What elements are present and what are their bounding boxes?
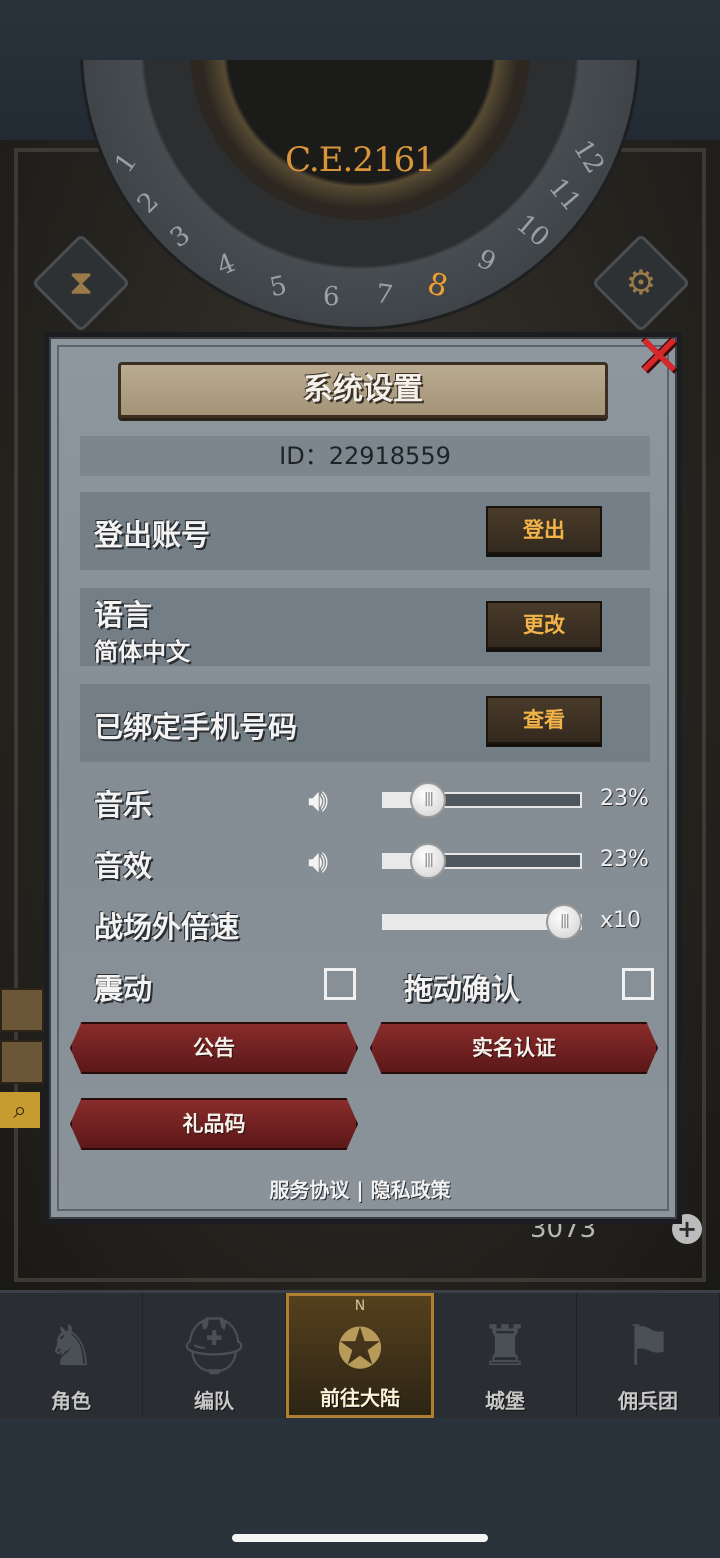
- drag-confirm-label: 拖动确认: [404, 972, 521, 1006]
- nav-label: 佣兵团: [618, 1389, 678, 1413]
- dial-year: C.E.2161: [285, 140, 436, 180]
- nav-item-formation[interactable]: ⛑ 编队: [143, 1293, 286, 1418]
- privacy-link[interactable]: 隐私政策: [371, 1178, 451, 1202]
- music-label: 音乐: [94, 788, 153, 822]
- home-indicator[interactable]: [232, 1534, 488, 1542]
- nav-item-character[interactable]: ♞ 角色: [0, 1293, 143, 1418]
- slider-knob[interactable]: |||: [546, 904, 582, 940]
- sfx-label: 音效: [94, 849, 153, 883]
- bottom-nav: ♞ 角色 ⛑ 编队 N ✪ 前往大陆 ♜ 城堡 ⚑ 佣兵团: [0, 1290, 720, 1418]
- flag-icon: ⚑: [622, 1314, 674, 1379]
- nav-item-continent[interactable]: N ✪ 前往大陆: [286, 1293, 434, 1418]
- vibration-checkbox[interactable]: [324, 968, 356, 1000]
- nav-item-castle[interactable]: ♜ 城堡: [434, 1293, 577, 1418]
- language-value: 简体中文: [94, 638, 190, 666]
- music-speaker-icon[interactable]: 🔊︎: [308, 780, 352, 820]
- close-x-icon[interactable]: ✕: [630, 327, 688, 388]
- logout-button[interactable]: 登出: [486, 506, 602, 554]
- player-id: ID：22918559: [80, 436, 650, 476]
- title-banner: 系统设置: [118, 362, 608, 418]
- book-icon[interactable]: [0, 1040, 44, 1084]
- speed-slider[interactable]: |||: [382, 904, 582, 940]
- slider-knob[interactable]: |||: [410, 843, 446, 879]
- compass-icon: ✪: [336, 1317, 384, 1382]
- gift-code-button-label: 礼品码: [182, 1112, 246, 1136]
- speed-label: 战场外倍速: [94, 910, 240, 944]
- hourglass-icon: ⧗: [69, 263, 93, 303]
- sfx-slider[interactable]: |||: [382, 843, 582, 879]
- terms-link[interactable]: 服务协议: [269, 1178, 349, 1202]
- music-slider[interactable]: |||: [382, 782, 582, 818]
- nav-label: 前往大陆: [320, 1386, 400, 1410]
- link-separator: |: [356, 1178, 364, 1202]
- logout-label: 登出账号: [94, 518, 211, 552]
- notice-button-label: 公告: [193, 1036, 235, 1060]
- nav-label: 城堡: [485, 1389, 525, 1413]
- sfx-percent: 23%: [600, 847, 649, 872]
- slider-knob[interactable]: |||: [410, 782, 446, 818]
- sfx-speaker-icon[interactable]: 🔊︎: [308, 841, 352, 881]
- nav-item-mercenary[interactable]: ⚑ 佣兵团: [577, 1293, 720, 1418]
- drag-confirm-checkbox[interactable]: [622, 968, 654, 1000]
- knight-icon: ♞: [45, 1314, 97, 1379]
- policy-links: 服务协议 | 隐私政策: [0, 1174, 720, 1203]
- view-phone-button[interactable]: 查看: [486, 696, 602, 744]
- nav-label: 角色: [51, 1389, 91, 1413]
- castle-icon: ♜: [479, 1314, 531, 1379]
- realname-button-label: 实名认证: [472, 1036, 556, 1060]
- phone-label: 已绑定手机号码: [94, 710, 298, 744]
- notice-button[interactable]: 公告: [70, 1022, 358, 1074]
- realname-button[interactable]: 实名认证: [370, 1022, 658, 1074]
- nav-label: 编队: [194, 1389, 234, 1413]
- vibration-label: 震动: [94, 972, 153, 1006]
- dial-number: 6: [323, 282, 340, 312]
- scroll-icon[interactable]: [0, 988, 44, 1032]
- speed-value: x10: [600, 908, 642, 933]
- gift-code-button[interactable]: 礼品码: [70, 1098, 358, 1150]
- language-label: 语言: [94, 598, 153, 632]
- panel-title: 系统设置: [303, 372, 423, 407]
- search-icon[interactable]: ⌕: [0, 1092, 40, 1128]
- music-percent: 23%: [600, 786, 649, 811]
- change-language-button[interactable]: 更改: [486, 601, 602, 649]
- compass-north-mark: N: [354, 1298, 366, 1314]
- helmet-icon: ⛑: [178, 1314, 250, 1379]
- time-dial: C.E.2161 1 2 3 4 5 6 7 8 9 10 11 12: [80, 60, 640, 330]
- gear-icon: ⚙: [625, 263, 657, 303]
